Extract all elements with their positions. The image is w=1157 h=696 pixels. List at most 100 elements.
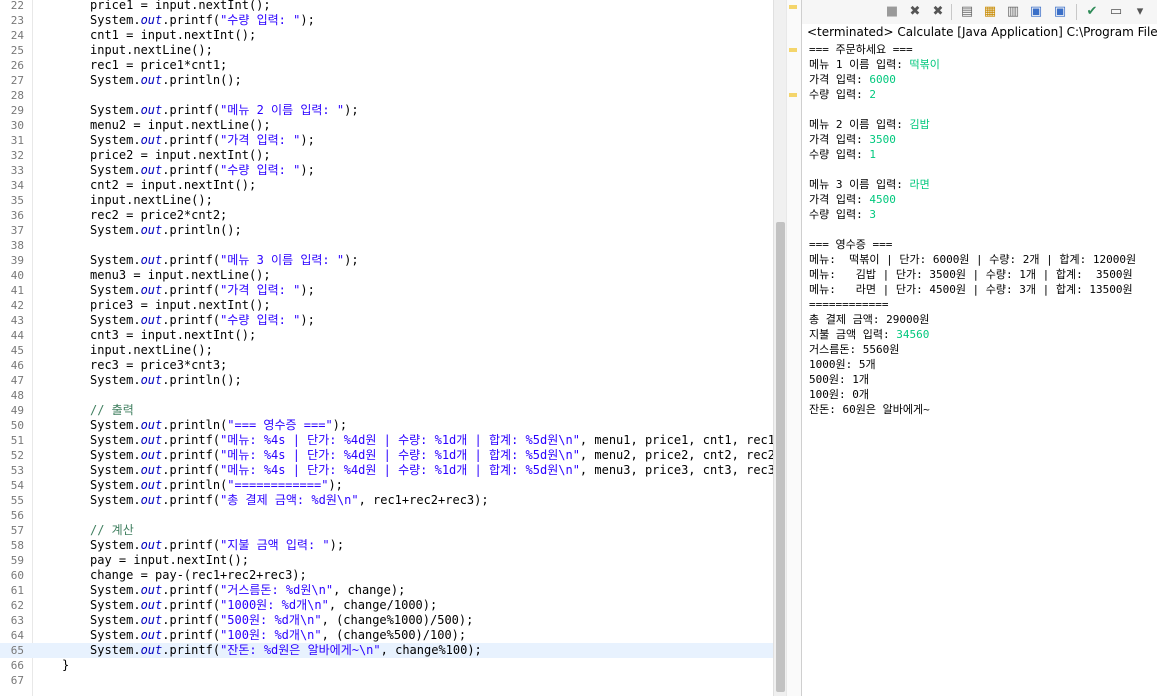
code-line[interactable]: 43 System.out.printf("수량 입력: "); <box>0 313 773 328</box>
code-token: .printf( <box>162 313 221 327</box>
line-number: 60 <box>10 569 24 582</box>
code-line[interactable]: 59 pay = input.nextInt(); <box>0 553 773 568</box>
code-token: System. <box>90 133 141 147</box>
code-line[interactable]: 42 price3 = input.nextInt(); <box>0 298 773 313</box>
show-stdout-icon[interactable]: ▣ <box>1028 4 1044 20</box>
code-line[interactable]: 30 menu2 = input.nextLine(); <box>0 118 773 133</box>
code-line[interactable]: 51 System.out.printf("메뉴: %4s | 단가: %4d원 … <box>0 433 773 448</box>
code-line[interactable]: 41 System.out.printf("가격 입력: "); <box>0 283 773 298</box>
code-line[interactable]: 29 System.out.printf("메뉴 2 이름 입력: "); <box>0 103 773 118</box>
pin-console-icon[interactable]: ✔ <box>1084 4 1100 20</box>
code-line[interactable]: 40 menu3 = input.nextLine(); <box>0 268 773 283</box>
code-line[interactable]: 47 System.out.println(); <box>0 373 773 388</box>
code-line[interactable]: 33 System.out.printf("수량 입력: "); <box>0 163 773 178</box>
current-code-line[interactable]: 65 System.out.printf("잔돈: %d원은 알바에게~\n", … <box>0 643 773 658</box>
code-line[interactable]: 66} <box>0 658 773 673</box>
editor-vertical-scrollbar[interactable] <box>773 0 787 696</box>
editor-scrollbar-thumb[interactable] <box>776 222 785 692</box>
code-line[interactable]: 46 rec3 = price3*cnt3; <box>0 358 773 373</box>
code-token: System. <box>90 478 141 492</box>
line-number: 38 <box>10 239 24 252</box>
remove-all-icon[interactable]: ✖ <box>930 4 946 20</box>
string-literal: "거스름돈: %d원\n" <box>220 583 334 597</box>
code-line[interactable]: 27 System.out.println(); <box>0 73 773 88</box>
code-line[interactable]: 58 System.out.printf("지불 금액 입력: "); <box>0 538 773 553</box>
code-line[interactable]: 35 input.nextLine(); <box>0 193 773 208</box>
warning-marker[interactable] <box>789 5 797 9</box>
code-line[interactable]: 37 System.out.println(); <box>0 223 773 238</box>
code-line[interactable]: 67 <box>0 673 773 688</box>
code-line[interactable]: 28 <box>0 88 773 103</box>
warning-marker[interactable] <box>789 48 797 52</box>
line-number: 62 <box>10 599 24 612</box>
console-line: 지불 금액 입력: 34560 <box>809 327 929 342</box>
code-line[interactable]: 61 System.out.printf("거스름돈: %d원\n", chang… <box>0 583 773 598</box>
console-line: 가격 입력: 6000 <box>809 72 896 87</box>
code-line[interactable]: 38 <box>0 238 773 253</box>
code-line[interactable]: 60 change = pay-(rec1+rec2+rec3); <box>0 568 773 583</box>
code-line[interactable]: 56 <box>0 508 773 523</box>
display-console-icon[interactable]: ▭ <box>1108 4 1124 20</box>
view-menu-icon[interactable]: ▾ <box>1132 4 1148 20</box>
code-token: .printf( <box>162 598 221 612</box>
line-number: 42 <box>10 299 24 312</box>
code-line[interactable]: 39 System.out.printf("메뉴 3 이름 입력: "); <box>0 253 773 268</box>
output-text: 메뉴: 라면 | 단가: 4500원 | 수량: 3개 | 합계: 13500원 <box>809 283 1133 296</box>
code-line[interactable]: 50 System.out.println("=== 영수증 ==="); <box>0 418 773 433</box>
code-token: System. <box>90 73 141 87</box>
code-line[interactable]: 57 // 계산 <box>0 523 773 538</box>
code-line[interactable]: 32 price2 = input.nextInt(); <box>0 148 773 163</box>
stop-icon[interactable]: ■ <box>884 4 900 20</box>
console-line: 500원: 1개 <box>809 372 869 387</box>
console-line: 거스름돈: 5560원 <box>809 342 899 357</box>
code-line[interactable]: 25 input.nextLine(); <box>0 43 773 58</box>
code-line[interactable]: 31 System.out.printf("가격 입력: "); <box>0 133 773 148</box>
code-token: .printf( <box>162 643 221 657</box>
console-view[interactable]: ■ ✖ ✖ ▤ ▦ ▥ ▣ ▣ ✔ ▭ ▾ <terminated> Calculate [Java… <box>801 0 1157 696</box>
code-line[interactable]: 26 rec1 = price1*cnt1; <box>0 58 773 73</box>
console-line: 1000원: 5개 <box>809 357 876 372</box>
string-literal: "메뉴 3 이름 입력: " <box>220 253 345 267</box>
code-line[interactable]: 52 System.out.printf("메뉴: %4s | 단가: %4d원 … <box>0 448 773 463</box>
code-line[interactable]: 64 System.out.printf("100원: %d개\n", (chan… <box>0 628 773 643</box>
string-literal: "메뉴 2 이름 입력: " <box>220 103 345 117</box>
remove-launch-icon[interactable]: ✖ <box>907 4 923 20</box>
code-token: System. <box>90 448 141 462</box>
code-line[interactable]: 23 System.out.printf("수량 입력: "); <box>0 13 773 28</box>
code-token: .printf( <box>162 133 221 147</box>
string-literal: "메뉴: %4s | 단가: %4d원 | 수량: %1d개 | 합계: %5d… <box>220 463 580 477</box>
code-line[interactable]: 34 cnt2 = input.nextInt(); <box>0 178 773 193</box>
code-line[interactable]: 49 // 출력 <box>0 403 773 418</box>
code-line[interactable]: 22 price1 = input.nextInt(); <box>0 0 773 13</box>
code-line[interactable]: 44 cnt3 = input.nextInt(); <box>0 328 773 343</box>
code-line[interactable]: 36 rec2 = price2*cnt2; <box>0 208 773 223</box>
code-line[interactable]: 55 System.out.printf("총 결제 금액: %d원\n", re… <box>0 493 773 508</box>
code-text: System.out.printf("잔돈: %d원은 알바에게~\n", ch… <box>90 643 482 658</box>
scroll-lock-icon[interactable]: ▦ <box>982 4 998 20</box>
overview-ruler[interactable] <box>786 0 801 696</box>
code-token: , (change%500)/100); <box>321 628 467 642</box>
code-line[interactable]: 45 input.nextLine(); <box>0 343 773 358</box>
code-text: rec3 = price3*cnt3; <box>90 358 227 373</box>
code-text: // 출력 <box>90 403 134 418</box>
code-token: input.nextLine(); <box>90 343 213 357</box>
warning-marker[interactable] <box>789 93 797 97</box>
code-line[interactable]: 63 System.out.printf("500원: %d개\n", (chan… <box>0 613 773 628</box>
show-stderr-icon[interactable]: ▣ <box>1052 4 1068 20</box>
code-line[interactable]: 48 <box>0 388 773 403</box>
code-token: .printf( <box>162 538 221 552</box>
code-line[interactable]: 53 System.out.printf("메뉴: %4s | 단가: %4d원 … <box>0 463 773 478</box>
code-text: price3 = input.nextInt(); <box>90 298 271 313</box>
static-field: out <box>140 283 163 297</box>
console-line: 가격 입력: 4500 <box>809 192 896 207</box>
code-line[interactable]: 54 System.out.println("============"); <box>0 478 773 493</box>
string-literal: "500원: %d개\n" <box>220 613 322 627</box>
code-editor[interactable]: 22 price1 = input.nextInt(); 23 System.out.… <box>0 0 773 696</box>
clear-console-icon[interactable]: ▤ <box>959 4 975 20</box>
static-field: out <box>140 13 163 27</box>
code-line[interactable]: 62 System.out.printf("1000원: %d개\n", chan… <box>0 598 773 613</box>
code-token: .println(); <box>162 373 242 387</box>
code-line[interactable]: 24 cnt1 = input.nextInt(); <box>0 28 773 43</box>
word-wrap-icon[interactable]: ▥ <box>1005 4 1021 20</box>
code-token: input.nextLine(); <box>90 43 213 57</box>
